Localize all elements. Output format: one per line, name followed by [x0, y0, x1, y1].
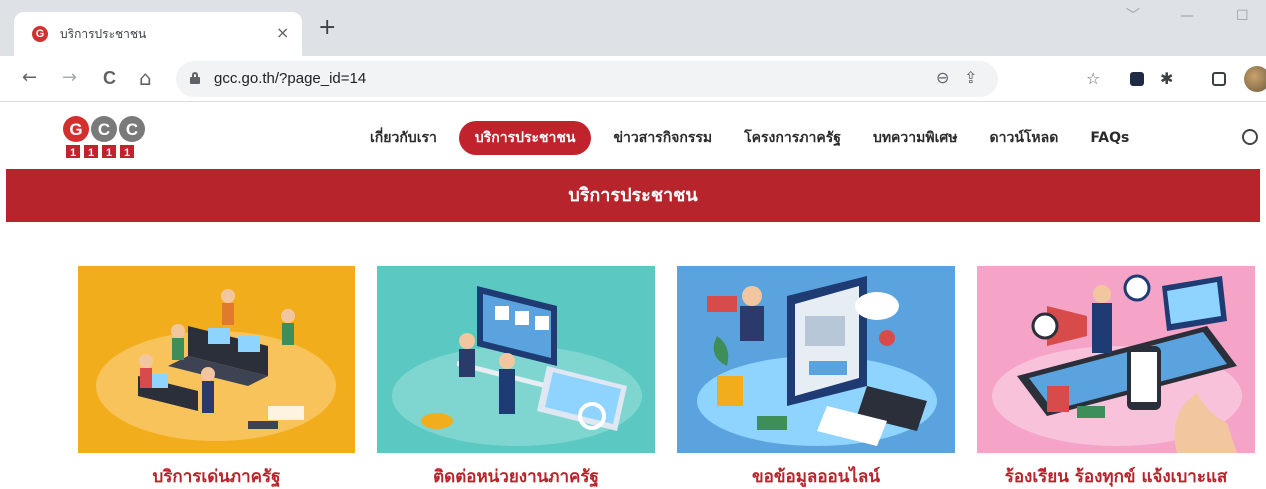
new-tab-button[interactable]: + — [318, 17, 336, 39]
tab-close-icon[interactable]: × — [276, 23, 289, 43]
gcc-favicon-icon: G — [32, 26, 48, 42]
menu-item-projects[interactable]: โครงการภาครัฐ — [734, 121, 851, 155]
svg-text:1: 1 — [70, 147, 76, 159]
maximize-button[interactable]: ☐ — [1236, 8, 1249, 24]
address-bar[interactable]: gcc.go.th/?page_id=14 ⊖ ⇪ — [176, 61, 998, 97]
svg-text:C: C — [126, 120, 138, 139]
menu-item-articles[interactable]: บทความพิเศษ — [863, 121, 968, 155]
extensions-puzzle-icon[interactable]: ✱ — [1160, 68, 1173, 90]
card-title-featured[interactable]: บริการเด่นภาครัฐ — [78, 466, 355, 488]
svg-text:C: C — [98, 120, 110, 139]
lock-icon[interactable] — [190, 72, 200, 84]
card-title-info-request[interactable]: ขอข้อมูลออนไลน์ — [677, 466, 955, 488]
url-text[interactable]: gcc.go.th/?page_id=14 — [214, 69, 366, 89]
svg-text:G: G — [69, 120, 82, 139]
browser-tabstrip: G บริการประชาชน × + ﹀ — ☐ — [0, 0, 1266, 56]
featured-services-illustration[interactable] — [78, 266, 355, 453]
download-extension-icon[interactable] — [1130, 72, 1144, 86]
zoom-icon[interactable]: ⊖ — [936, 67, 949, 89]
side-panel-icon[interactable] — [1212, 72, 1226, 86]
service-card-info-request[interactable]: ขอข้อมูลออนไลน์ — [677, 266, 955, 487]
main-menu: เกี่ยวกับเรา บริการประชาชน ข่าวสารกิจกรร… — [360, 121, 1151, 155]
menu-item-faqs[interactable]: FAQs — [1080, 121, 1139, 155]
card-title-complaints[interactable]: ร้องเรียน ร้องทุกข์ แจ้งเบาะแส — [977, 466, 1255, 488]
share-icon[interactable]: ⇪ — [964, 67, 977, 89]
complaints-illustration[interactable] — [977, 266, 1255, 453]
page-title: บริการประชาชน — [568, 185, 698, 206]
forward-icon[interactable]: → — [62, 66, 77, 90]
site-search-icon[interactable] — [1242, 129, 1258, 145]
browser-tab[interactable]: G บริการประชาชน × — [14, 12, 302, 56]
tab-search-icon[interactable]: ﹀ — [1126, 8, 1140, 24]
service-card-featured[interactable]: บริการเด่นภาครัฐ — [78, 266, 355, 487]
svg-text:1: 1 — [106, 147, 112, 159]
svg-text:1: 1 — [88, 147, 94, 159]
card-title-contact[interactable]: ติดต่อหน่วยงานภาครัฐ — [377, 466, 655, 488]
service-card-complaints[interactable]: ร้องเรียน ร้องทุกข์ แจ้งเบาะแส — [977, 266, 1255, 487]
profile-avatar[interactable] — [1244, 66, 1266, 92]
service-card-contact[interactable]: ติดต่อหน่วยงานภาครัฐ — [377, 266, 655, 487]
menu-item-downloads[interactable]: ดาวน์โหลด — [980, 121, 1069, 155]
reload-icon[interactable]: C — [103, 66, 116, 90]
contact-agencies-illustration[interactable] — [377, 266, 655, 453]
home-icon[interactable]: ⌂ — [139, 66, 152, 90]
menu-item-services[interactable]: บริการประชาชน — [458, 121, 592, 155]
bookmark-star-icon[interactable]: ☆ — [1086, 68, 1100, 90]
back-icon[interactable]: ← — [22, 66, 37, 90]
tab-title: บริการประชาชน — [60, 27, 147, 41]
svg-text:1: 1 — [124, 147, 130, 159]
site-header: G C C 1 1 1 1 เกี่ยวกับเรา บริการประชาชน… — [0, 103, 1266, 169]
online-info-illustration[interactable] — [677, 266, 955, 453]
browser-toolbar: ← → C ⌂ gcc.go.th/?page_id=14 ⊖ ⇪ ☆ ✱ — [0, 56, 1266, 102]
page-banner: บริการประชาชน — [6, 169, 1260, 222]
menu-item-news[interactable]: ข่าวสารกิจกรรม — [603, 121, 722, 155]
gcc-logo[interactable]: G C C 1 1 1 1 — [62, 113, 148, 159]
menu-item-about[interactable]: เกี่ยวกับเรา — [360, 121, 447, 155]
minimize-button[interactable]: — — [1180, 8, 1194, 24]
